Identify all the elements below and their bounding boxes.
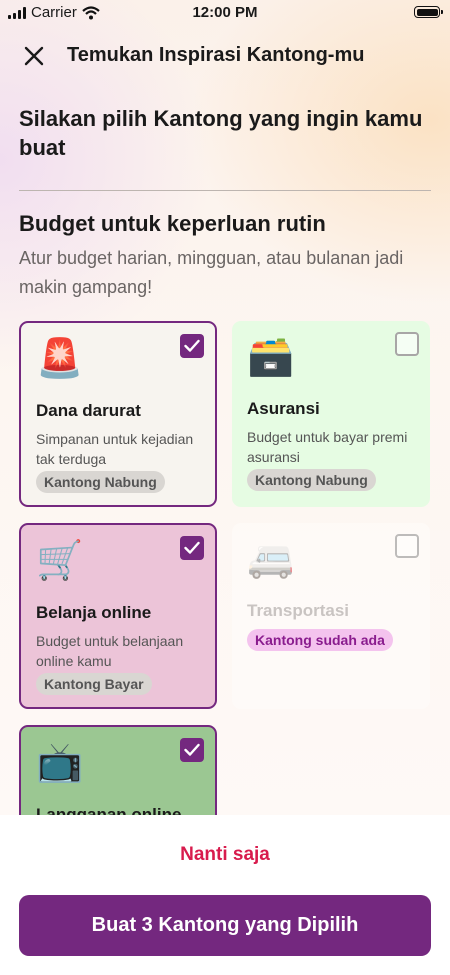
page-title: Temukan Inspirasi Kantong-mu — [67, 44, 365, 66]
later-button[interactable]: Nanti saja — [0, 844, 450, 866]
card-checkbox[interactable] — [180, 536, 204, 560]
pocket-card-asuransi[interactable]: 🗃️ Asuransi Budget untuk bayar premi asu… — [232, 321, 430, 507]
card-checkbox[interactable] — [395, 332, 419, 356]
shopping-cart-icon: 🛒 — [36, 540, 84, 582]
siren-icon: 🚨 — [36, 338, 84, 380]
section-description: Atur budget harian, mingguan, atau bulan… — [19, 248, 404, 297]
card-title: Belanja online — [36, 603, 152, 622]
section-title: Budget untuk keperluan rutin — [19, 211, 326, 236]
card-title: Transportasi — [247, 601, 350, 620]
minibus-icon: 🚐 — [247, 538, 295, 580]
bottom-action-bar: Nanti saja Buat 3 Kantong yang Dipilih — [0, 815, 450, 975]
card-tag: Kantong Bayar — [36, 673, 152, 695]
status-time: 12:00 PM — [192, 4, 258, 21]
card-title: Asuransi — [247, 399, 320, 418]
create-pockets-button[interactable]: Buat 3 Kantong yang Dipilih — [19, 895, 431, 956]
check-icon — [184, 339, 200, 352]
card-description: Simpanan untuk kejadian tak terduga — [36, 431, 194, 467]
card-description: Budget untuk belanjaan online kamu — [36, 633, 184, 669]
check-icon — [184, 541, 200, 554]
card-checkbox[interactable] — [180, 334, 204, 358]
television-icon: 📺 — [36, 742, 84, 784]
close-icon — [24, 46, 44, 66]
status-bar: Carrier 12:00 PM — [0, 0, 450, 26]
intro-text: Silakan pilih Kantong yang ingin kamu bu… — [19, 106, 423, 160]
card-tag: Kantong Nabung — [247, 469, 376, 491]
card-checkbox[interactable] — [180, 738, 204, 762]
header: Temukan Inspirasi Kantong-mu — [0, 38, 450, 72]
close-button[interactable] — [22, 44, 46, 68]
card-description: Budget untuk bayar premi asuransi — [247, 429, 408, 465]
check-icon — [184, 743, 200, 756]
battery-icon — [414, 6, 443, 18]
card-file-box-icon: 🗃️ — [247, 336, 295, 378]
pocket-card-belanja-online[interactable]: 🛒 Belanja online Budget untuk belanjaan … — [19, 523, 217, 709]
screen: Carrier 12:00 PM Temukan Inspirasi Kanto… — [0, 0, 450, 975]
card-tag-existing: Kantong sudah ada — [247, 629, 393, 651]
pocket-card-transportasi: 🚐 Transportasi Kantong sudah ada — [232, 523, 430, 709]
divider — [19, 190, 431, 191]
card-checkbox — [395, 534, 419, 558]
card-title: Dana darurat — [36, 401, 141, 420]
card-tag: Kantong Nabung — [36, 471, 165, 493]
pocket-card-dana-darurat[interactable]: 🚨 Dana darurat Simpanan untuk kejadian t… — [19, 321, 217, 507]
